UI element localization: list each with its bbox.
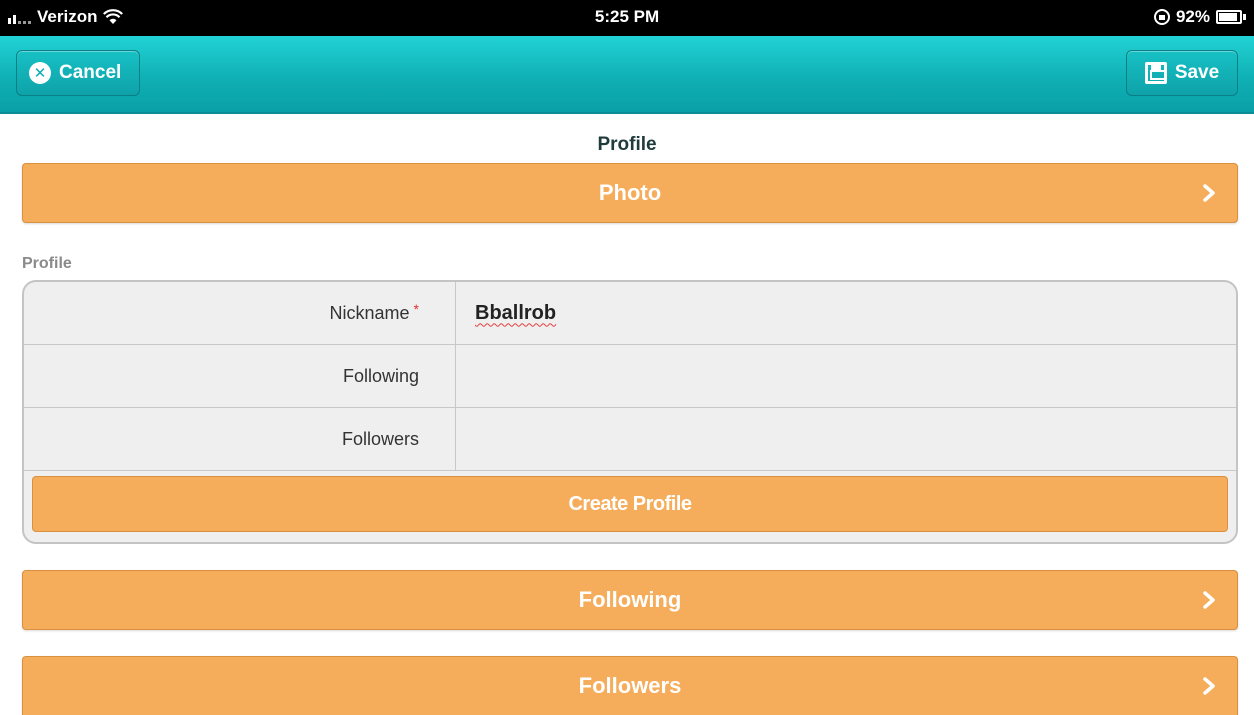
cancel-button[interactable]: ✕ Cancel bbox=[16, 50, 140, 96]
cancel-label: Cancel bbox=[59, 62, 122, 83]
nickname-label-text: Nickname bbox=[329, 302, 410, 323]
followers-bar-label: Followers bbox=[578, 673, 682, 698]
battery-tip bbox=[1243, 14, 1246, 20]
nickname-label: Nickname * bbox=[24, 282, 456, 344]
followers-field[interactable] bbox=[457, 408, 1236, 470]
followers-button[interactable]: Followers bbox=[22, 656, 1238, 715]
photo-label: Photo bbox=[598, 180, 662, 205]
following-field[interactable] bbox=[457, 345, 1236, 407]
nickname-row: Nickname * Bballrob bbox=[24, 282, 1236, 345]
battery-percent: 92% bbox=[1175, 7, 1210, 26]
save-button[interactable]: Save bbox=[1126, 50, 1238, 96]
close-circle-icon: ✕ bbox=[29, 62, 51, 84]
followers-row: Followers bbox=[24, 408, 1236, 471]
status-right: 92% bbox=[1153, 7, 1246, 27]
nickname-value: Bballrob bbox=[475, 301, 557, 324]
save-label: Save bbox=[1174, 62, 1220, 83]
photo-button[interactable]: Photo bbox=[22, 163, 1238, 223]
chevron-right-icon bbox=[1203, 591, 1215, 609]
status-bar: Verizon 5:25 PM 92% bbox=[0, 0, 1254, 36]
status-time: 5:25 PM bbox=[594, 7, 660, 26]
required-mark: * bbox=[413, 301, 419, 317]
battery-icon bbox=[1216, 10, 1242, 24]
following-button[interactable]: Following bbox=[22, 570, 1238, 630]
chevron-right-icon bbox=[1203, 677, 1215, 695]
followers-label: Followers bbox=[24, 408, 456, 470]
app-header: ✕ Cancel Save bbox=[0, 36, 1254, 114]
chevron-right-icon bbox=[1203, 184, 1215, 202]
floppy-disk-icon bbox=[1144, 62, 1167, 84]
section-label: Profile bbox=[22, 255, 72, 272]
create-profile-button[interactable]: Create Profile bbox=[32, 476, 1228, 532]
following-label: Following bbox=[24, 345, 456, 407]
page-title: Profile bbox=[597, 134, 657, 155]
following-bar-label: Following bbox=[578, 587, 682, 612]
rotation-lock-icon bbox=[1153, 9, 1170, 25]
following-row: Following bbox=[24, 345, 1236, 408]
nickname-field[interactable]: Bballrob bbox=[457, 282, 1236, 344]
profile-form: Nickname * Bballrob Following Followers … bbox=[22, 280, 1238, 544]
